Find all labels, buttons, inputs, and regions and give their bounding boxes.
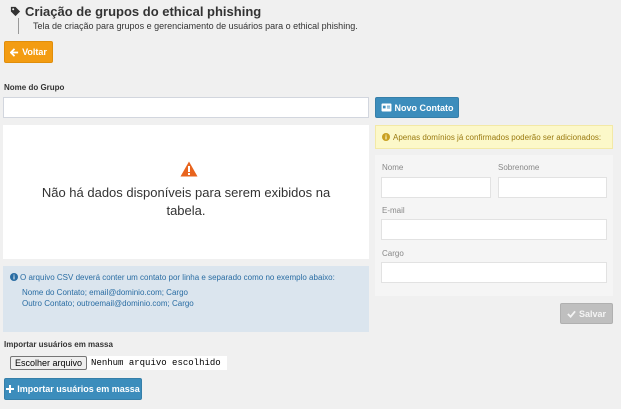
back-button-label: Voltar <box>22 47 47 57</box>
file-status: Nenhum arquivo escolhido <box>91 358 221 368</box>
page-title: Criação de grupos do ethical phishing <box>10 4 261 19</box>
contact-form: Nome Sobrenome E-mail Cargo <box>375 155 613 296</box>
csv-example-line: Nome do Contato; email@dominio.com; Carg… <box>22 288 188 297</box>
role-label: Cargo <box>382 249 404 258</box>
info-circle-icon <box>382 133 390 141</box>
choose-file-button[interactable]: Escolher arquivo <box>10 356 88 370</box>
tag-icon <box>10 6 21 17</box>
first-name-input[interactable] <box>381 177 491 198</box>
empty-table-message: Não há dados disponíveis para serem exib… <box>41 185 331 218</box>
page-title-text: Criação de grupos do ethical phishing <box>25 4 262 19</box>
group-name-label: Nome do Grupo <box>4 83 65 92</box>
last-name-input[interactable] <box>498 177 607 198</box>
last-name-label: Sobrenome <box>498 163 540 172</box>
email-input[interactable] <box>381 219 607 240</box>
import-label: Importar usuários em massa <box>4 340 113 349</box>
file-input[interactable]: Escolher arquivo Nenhum arquivo escolhid… <box>10 356 227 370</box>
import-button-label: Importar usuários em massa <box>17 384 140 394</box>
csv-info-box: O arquivo CSV deverá conter um contato p… <box>3 266 369 332</box>
new-contact-button[interactable]: Novo Contato <box>375 97 459 118</box>
id-card-icon <box>381 103 392 112</box>
group-name-input[interactable] <box>3 97 369 118</box>
email-label: E-mail <box>382 206 405 215</box>
csv-example-line: Outro Contato; outroemail@dominio.com; C… <box>22 299 194 308</box>
page-subtitle: Tela de criação para grupos e gerenciame… <box>18 18 358 34</box>
info-circle-icon <box>10 273 18 281</box>
import-button[interactable]: Importar usuários em massa <box>4 378 142 400</box>
arrow-left-icon <box>10 47 19 57</box>
plus-icon <box>6 385 15 393</box>
first-name-label: Nome <box>382 163 404 172</box>
back-button[interactable]: Voltar <box>4 41 53 63</box>
save-button[interactable]: Salvar <box>560 303 613 324</box>
save-button-label: Salvar <box>578 308 607 319</box>
domain-warning: Apenas domínios já confirmados poderão s… <box>375 125 613 149</box>
domain-warning-text: Apenas domínios já confirmados poderão s… <box>393 132 602 142</box>
check-icon <box>567 310 576 318</box>
warning-triangle-icon <box>180 161 198 177</box>
new-contact-button-label: Novo Contato <box>394 102 454 113</box>
role-input[interactable] <box>381 262 607 283</box>
contacts-table-empty: Não há dados disponíveis para serem exib… <box>3 125 369 259</box>
csv-info-text: O arquivo CSV deverá conter um contato p… <box>20 273 335 282</box>
